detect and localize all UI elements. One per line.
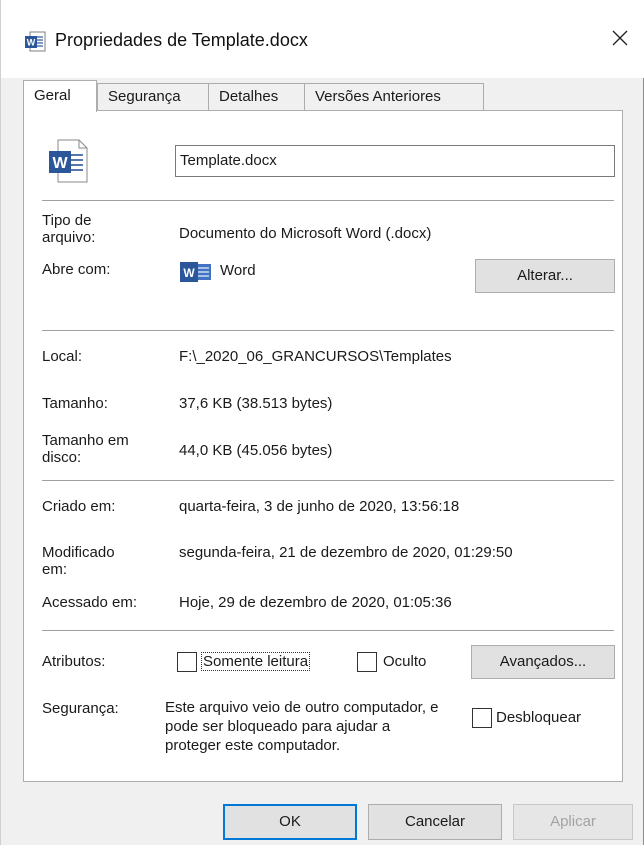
separator [42, 630, 614, 631]
tab-label: Versões Anteriores [315, 88, 441, 105]
accessed-label: Acessado em: [42, 594, 138, 611]
tab-seguranca[interactable]: Segurança [97, 83, 209, 111]
svg-text:W: W [27, 38, 36, 48]
ok-button-label: OK [279, 813, 301, 830]
opens-with-value: Word [220, 262, 256, 279]
tab-label: Segurança [108, 88, 181, 105]
accessed-value: Hoje, 29 de dezembro de 2020, 01:05:36 [179, 594, 452, 611]
size-value: 37,6 KB (38.513 bytes) [179, 395, 333, 412]
svg-text:W: W [52, 155, 68, 172]
location-value: F:\_2020_06_GRANCURSOS\Templates [179, 348, 452, 365]
tab-geral[interactable]: Geral [23, 80, 97, 112]
hidden-checkbox[interactable] [357, 652, 377, 672]
separator [42, 480, 614, 481]
advanced-button[interactable]: Avançados... [471, 645, 615, 679]
attributes-label: Atributos: [42, 653, 106, 670]
apply-button-label: Aplicar [550, 813, 596, 830]
file-name-input[interactable]: Template.docx [175, 145, 615, 177]
separator [42, 330, 614, 331]
change-button-label: Alterar... [517, 267, 573, 284]
properties-dialog: W Propriedades de Template.docx Geral Se… [0, 0, 644, 845]
disk-size-value: 44,0 KB (45.056 bytes) [179, 442, 333, 459]
created-label: Criado em: [42, 498, 116, 515]
tab-label: Detalhes [219, 88, 279, 105]
ok-button[interactable]: OK [223, 804, 357, 840]
security-text: Este arquivo veio de outro computador, e… [165, 699, 439, 754]
file-type-label: Tipo de arquivo: [42, 212, 96, 246]
word-app-icon: W [179, 261, 213, 287]
title-bar: W Propriedades de Template.docx [1, 0, 644, 78]
file-name-value: Template.docx [180, 152, 277, 169]
location-label: Local: [42, 348, 83, 365]
disk-size-label: Tamanho em disco: [42, 432, 129, 466]
tab-detalhes[interactable]: Detalhes [208, 83, 305, 111]
close-icon [611, 29, 629, 51]
separator [42, 200, 614, 201]
window-title: Propriedades de Template.docx [55, 30, 308, 50]
svg-text:W: W [183, 266, 195, 280]
close-button[interactable] [598, 18, 642, 62]
cancel-button[interactable]: Cancelar [368, 804, 502, 840]
general-panel: W Template.docx Tipo de arquivo: Documen… [23, 110, 623, 782]
file-type-value: Documento do Microsoft Word (.docx) [179, 225, 432, 242]
created-value: quarta-feira, 3 de junho de 2020, 13:56:… [179, 498, 460, 515]
hidden-label[interactable]: Oculto [383, 653, 426, 670]
apply-button[interactable]: Aplicar [513, 804, 633, 840]
size-label: Tamanho: [42, 395, 108, 412]
readonly-checkbox[interactable] [177, 652, 197, 672]
opens-with-label: Abre com: [42, 261, 111, 278]
modified-value: segunda-feira, 21 de dezembro de 2020, 0… [179, 544, 513, 561]
word-document-icon: W [48, 139, 88, 187]
advanced-button-label: Avançados... [499, 653, 587, 670]
tab-versoes-anteriores[interactable]: Versões Anteriores [304, 83, 484, 111]
unblock-checkbox[interactable] [472, 708, 492, 728]
readonly-label[interactable]: Somente leitura [200, 652, 311, 671]
word-document-icon: W [24, 31, 46, 57]
change-button[interactable]: Alterar... [475, 259, 615, 293]
cancel-button-label: Cancelar [404, 813, 466, 830]
modified-label: Modificado em: [42, 544, 115, 578]
security-label: Segurança: [42, 700, 119, 717]
unblock-label[interactable]: Desbloquear [496, 709, 581, 726]
tab-label: Geral [34, 87, 71, 104]
